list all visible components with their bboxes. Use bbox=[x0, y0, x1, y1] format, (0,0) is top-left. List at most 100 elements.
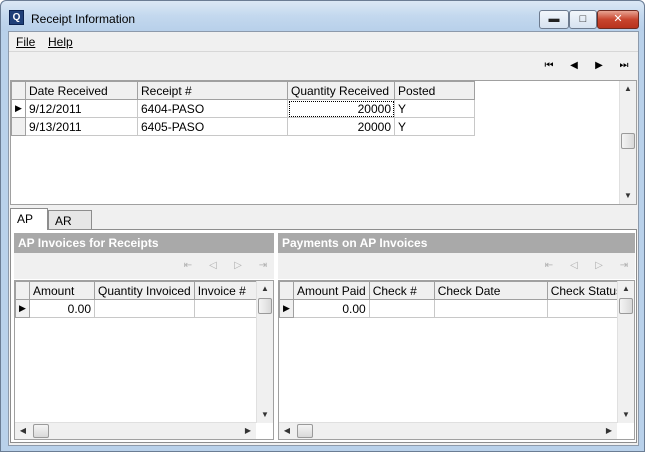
tab-ap[interactable]: AP bbox=[10, 208, 48, 230]
column-header-posted[interactable]: Posted bbox=[394, 81, 475, 100]
cell-date-received[interactable]: 9/12/2011 bbox=[25, 99, 138, 118]
cell-posted[interactable]: Y bbox=[394, 99, 475, 118]
menu-help-label: Help bbox=[48, 35, 73, 49]
column-header-amount[interactable]: Amount bbox=[29, 281, 95, 300]
ap-horizontal-scrollbar[interactable]: ◀ ▶ bbox=[15, 422, 256, 439]
payments-header: Payments on AP Invoices bbox=[278, 233, 635, 253]
column-header-check-number[interactable]: Check # bbox=[368, 281, 435, 300]
ap-invoices-navigation: ⇤ ◁ ▷ ⇥ bbox=[14, 253, 274, 279]
cell-invoice-number[interactable] bbox=[193, 299, 265, 318]
cell-check-date[interactable] bbox=[433, 299, 548, 318]
cell-quantity-received[interactable]: 20000 bbox=[287, 99, 395, 118]
receipts-header-row: Date Received Receipt # Quantity Receive… bbox=[11, 81, 475, 100]
cell-amount[interactable]: 0.00 bbox=[29, 299, 95, 318]
cell-check-number[interactable] bbox=[368, 299, 435, 318]
column-header-quantity-invoiced[interactable]: Quantity Invoiced bbox=[94, 281, 195, 300]
payments-navigation: ⇤ ◁ ▷ ⇥ bbox=[278, 253, 635, 279]
column-header-check-status[interactable]: Check Status bbox=[546, 281, 627, 300]
current-row-indicator-icon[interactable]: ▶ bbox=[279, 299, 294, 318]
scroll-up-icon[interactable]: ▲ bbox=[620, 81, 636, 97]
payments-first-record-icon[interactable]: ⇤ bbox=[542, 259, 556, 273]
last-record-button[interactable]: ⏭ bbox=[617, 59, 631, 73]
close-icon: ✕ bbox=[613, 13, 623, 25]
maximize-button[interactable]: □ bbox=[569, 10, 597, 29]
close-button[interactable]: ✕ bbox=[597, 10, 639, 29]
window-client-area: File Help ⏮ ◀ ▶ ⏭ Date Received Receipt … bbox=[8, 31, 639, 446]
scroll-up-icon[interactable]: ▲ bbox=[618, 281, 634, 297]
scroll-down-icon[interactable]: ▼ bbox=[620, 188, 636, 204]
tab-strip: AP AR bbox=[10, 208, 637, 230]
ap-vertical-scrollbar[interactable]: ▲ ▼ bbox=[256, 281, 273, 423]
cell-receipt-number[interactable]: 6404-PASO bbox=[137, 99, 288, 118]
table-row[interactable]: ▶ 9/12/2011 6404-PASO 20000 Y bbox=[11, 99, 475, 118]
previous-record-icon: ◀ bbox=[570, 60, 578, 71]
row-selector-header bbox=[11, 81, 26, 100]
receipts-vertical-scrollbar[interactable]: ▲ ▼ bbox=[619, 81, 636, 204]
cell-receipt-number[interactable]: 6405-PASO bbox=[137, 117, 288, 136]
payments-horizontal-scrollbar[interactable]: ◀ ▶ bbox=[279, 422, 617, 439]
receipts-table: Date Received Receipt # Quantity Receive… bbox=[11, 81, 475, 136]
scroll-thumb[interactable] bbox=[258, 298, 272, 314]
cell-quantity-received[interactable]: 20000 bbox=[287, 117, 395, 136]
table-row[interactable]: 9/13/2011 6405-PASO 20000 Y bbox=[11, 117, 475, 136]
minimize-icon: ▬ bbox=[548, 13, 560, 25]
menu-help[interactable]: Help bbox=[48, 35, 73, 49]
ap-previous-record-icon[interactable]: ◁ bbox=[206, 259, 220, 273]
minimize-button[interactable]: ▬ bbox=[539, 10, 569, 29]
scroll-left-icon[interactable]: ◀ bbox=[15, 423, 31, 439]
row-selector-header bbox=[279, 281, 294, 300]
column-header-date-received[interactable]: Date Received bbox=[25, 81, 138, 100]
ap-invoices-pane: AP Invoices for Receipts ⇤ ◁ ▷ ⇥ Amount … bbox=[14, 233, 274, 440]
next-record-icon: ▶ bbox=[595, 60, 603, 71]
scroll-down-icon[interactable]: ▼ bbox=[618, 407, 634, 423]
ap-invoices-header-row: Amount Quantity Invoiced Invoice # bbox=[15, 281, 265, 300]
scroll-thumb[interactable] bbox=[297, 424, 313, 438]
payments-vertical-scrollbar[interactable]: ▲ ▼ bbox=[617, 281, 634, 423]
record-navigation-bar: ⏮ ◀ ▶ ⏭ bbox=[9, 53, 638, 79]
column-header-check-date[interactable]: Check Date bbox=[433, 281, 548, 300]
previous-record-button[interactable]: ◀ bbox=[567, 59, 581, 73]
first-record-icon: ⏮ bbox=[544, 60, 554, 71]
tab-panel-ap: AP Invoices for Receipts ⇤ ◁ ▷ ⇥ Amount … bbox=[10, 229, 637, 443]
first-record-button[interactable]: ⏮ bbox=[542, 59, 556, 73]
scroll-left-icon[interactable]: ◀ bbox=[279, 423, 295, 439]
column-header-receipt-number[interactable]: Receipt # bbox=[137, 81, 288, 100]
ap-first-record-icon[interactable]: ⇤ bbox=[181, 259, 195, 273]
scroll-thumb[interactable] bbox=[33, 424, 49, 438]
title-bar[interactable]: Q Receipt Information ▬ □ ✕ bbox=[1, 1, 644, 31]
tab-ar[interactable]: AR bbox=[48, 210, 92, 230]
menu-file[interactable]: File bbox=[16, 35, 35, 49]
maximize-icon: □ bbox=[579, 13, 587, 25]
column-header-quantity-received[interactable]: Quantity Received bbox=[287, 81, 395, 100]
row-selector-header bbox=[15, 281, 30, 300]
table-row[interactable]: ▶ 0.00 bbox=[15, 299, 265, 318]
ap-last-record-icon[interactable]: ⇥ bbox=[256, 259, 270, 273]
scroll-right-icon[interactable]: ▶ bbox=[240, 423, 256, 439]
payments-next-record-icon[interactable]: ▷ bbox=[592, 259, 606, 273]
payments-previous-record-icon[interactable]: ◁ bbox=[567, 259, 581, 273]
column-header-invoice-number[interactable]: Invoice # bbox=[193, 281, 265, 300]
cell-quantity-invoiced[interactable] bbox=[94, 299, 195, 318]
scroll-down-icon[interactable]: ▼ bbox=[257, 407, 273, 423]
next-record-button[interactable]: ▶ bbox=[592, 59, 606, 73]
payments-header-row: Amount Paid Check # Check Date Check Sta… bbox=[279, 281, 627, 300]
scroll-thumb[interactable] bbox=[621, 133, 635, 149]
cell-amount-paid[interactable]: 0.00 bbox=[293, 299, 370, 318]
ap-next-record-icon[interactable]: ▷ bbox=[231, 259, 245, 273]
row-selector[interactable] bbox=[11, 117, 26, 136]
table-row[interactable]: ▶ 0.00 bbox=[279, 299, 627, 318]
menu-file-label: File bbox=[16, 35, 36, 49]
payments-last-record-icon[interactable]: ⇥ bbox=[617, 259, 631, 273]
scroll-right-icon[interactable]: ▶ bbox=[601, 423, 617, 439]
scroll-thumb[interactable] bbox=[619, 298, 633, 314]
column-header-amount-paid[interactable]: Amount Paid bbox=[293, 281, 370, 300]
current-row-indicator-icon[interactable]: ▶ bbox=[11, 99, 26, 118]
receipts-grid[interactable]: Date Received Receipt # Quantity Receive… bbox=[10, 80, 637, 205]
ap-invoices-grid[interactable]: Amount Quantity Invoiced Invoice # ▶ 0.0… bbox=[14, 280, 274, 440]
scroll-up-icon[interactable]: ▲ bbox=[257, 281, 273, 297]
payments-grid[interactable]: Amount Paid Check # Check Date Check Sta… bbox=[278, 280, 635, 440]
cell-check-status[interactable] bbox=[546, 299, 627, 318]
cell-date-received[interactable]: 9/13/2011 bbox=[25, 117, 138, 136]
cell-posted[interactable]: Y bbox=[394, 117, 475, 136]
current-row-indicator-icon[interactable]: ▶ bbox=[15, 299, 30, 318]
